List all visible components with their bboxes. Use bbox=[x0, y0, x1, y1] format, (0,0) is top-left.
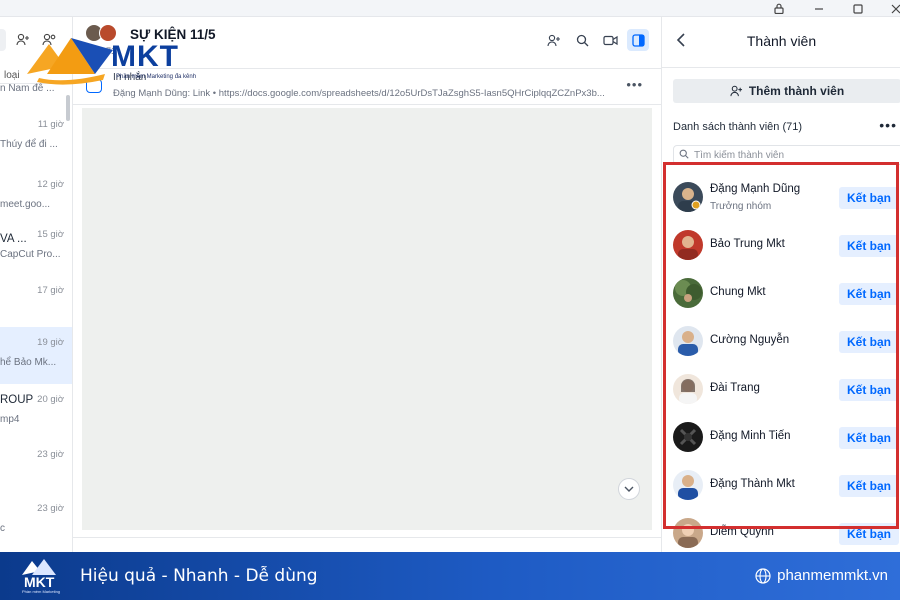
list-item[interactable]: 23 giờ bbox=[0, 439, 72, 496]
add-friend-button[interactable]: Kết bạn bbox=[839, 427, 899, 449]
member-role: Trưởng nhóm bbox=[710, 201, 772, 212]
member-search bbox=[673, 145, 900, 165]
conversation-list: loại n Nam đê ... 11 giờ Thúy để đi ... … bbox=[0, 17, 73, 552]
conversation-preview: CapCut Pro... bbox=[0, 249, 61, 260]
more-options-icon[interactable]: ••• bbox=[879, 117, 897, 133]
add-friend-button[interactable]: Kết bạn bbox=[839, 379, 899, 401]
add-member-button[interactable]: Thêm thành viên bbox=[673, 79, 900, 103]
member-row[interactable]: Đặng Thành Mkt Kết bạn bbox=[662, 463, 900, 507]
conversation-search-input[interactable] bbox=[0, 29, 6, 51]
conversation-preview: hể Bảo Mk... bbox=[0, 357, 57, 368]
member-name: Cường Nguyễn bbox=[710, 334, 790, 346]
member-name: Đặng Minh Tiến bbox=[710, 430, 791, 442]
add-friend-button[interactable]: Kết bạn bbox=[839, 523, 899, 545]
add-member-label: Thêm thành viên bbox=[748, 84, 845, 98]
add-friend-button[interactable]: Kết bạn bbox=[839, 283, 899, 305]
member-name: Đặng Thành Mkt bbox=[710, 478, 795, 490]
avatar bbox=[673, 422, 703, 452]
lock-icon[interactable] bbox=[766, 0, 792, 17]
avatar bbox=[673, 518, 703, 548]
banner-logo-sub: Phần mềm Marketing bbox=[22, 589, 61, 594]
avatar bbox=[673, 374, 703, 404]
member-row[interactable]: Đặng Minh Tiến Kết bạn bbox=[662, 415, 900, 459]
banner-logo-text: MKT bbox=[24, 574, 55, 590]
list-item[interactable]: 17 giờ bbox=[0, 275, 72, 332]
member-name: Chung Mkt bbox=[710, 286, 766, 298]
mkt-tagline: Phần mềm Marketing đa kênh bbox=[116, 74, 197, 80]
banner-slogan: Hiệu quả - Nhanh - Dễ dùng bbox=[80, 566, 318, 586]
banner-website-text: phanmemmkt.vn bbox=[777, 567, 888, 584]
members-panel: Thành viên Thêm thành viên Danh sách thà… bbox=[661, 17, 900, 552]
add-member-icon bbox=[730, 85, 742, 97]
member-name: Bảo Trung Mkt bbox=[710, 238, 785, 250]
conversation-preview: mp4 bbox=[0, 414, 20, 425]
chat-panel: SỰ KIỆN 11/5 71 In nhắn Đặng Mạnh Dũng: … bbox=[73, 17, 661, 552]
message-area bbox=[82, 108, 652, 530]
globe-icon bbox=[755, 567, 771, 584]
add-friend-button[interactable]: Kết bạn bbox=[839, 235, 899, 257]
conversation-time: 20 giờ bbox=[37, 394, 64, 405]
close-icon[interactable] bbox=[883, 0, 900, 17]
list-item[interactable]: 12 giờ meet.goo... bbox=[0, 169, 72, 226]
avatar bbox=[673, 230, 703, 260]
conversation-preview: meet.goo... bbox=[0, 199, 51, 210]
minimize-icon[interactable] bbox=[806, 0, 832, 17]
conversation-time: 11 giờ bbox=[37, 119, 64, 130]
maximize-icon[interactable] bbox=[845, 0, 871, 17]
member-search-input[interactable] bbox=[694, 148, 894, 162]
video-call-icon[interactable] bbox=[599, 29, 621, 51]
member-row[interactable]: Diễm Quỳnh Kết bạn bbox=[662, 511, 900, 552]
member-name: Diễm Quỳnh bbox=[710, 526, 774, 538]
add-member-icon[interactable] bbox=[543, 29, 565, 51]
conversation-time: 17 giờ bbox=[37, 285, 64, 296]
banner-website[interactable]: phanmemmkt.vn bbox=[755, 567, 888, 584]
list-item[interactable]: 11 giờ Thúy để đi ... bbox=[0, 109, 72, 166]
conversation-time: 19 giờ bbox=[37, 337, 64, 348]
message-composer[interactable] bbox=[73, 537, 661, 552]
banner-logo: MKT Phần mềm Marketing bbox=[20, 558, 64, 594]
conversation-name: VA ... bbox=[0, 233, 27, 245]
scroll-down-icon[interactable] bbox=[618, 478, 640, 500]
conversation-time: 15 giờ bbox=[37, 229, 64, 240]
conversation-time: 23 giờ bbox=[37, 503, 64, 514]
list-item[interactable]: 23 giờ c bbox=[0, 493, 72, 550]
panel-title: Thành viên bbox=[746, 33, 817, 49]
member-row[interactable]: Cường Nguyễn Kết bạn bbox=[662, 319, 900, 363]
search-icon bbox=[679, 149, 689, 162]
member-name: Đặng Mạnh Dũng bbox=[710, 183, 801, 195]
member-row[interactable]: Đặng Mạnh Dũng Trưởng nhóm Kết bạn bbox=[662, 175, 900, 219]
avatar bbox=[673, 182, 703, 212]
window-titlebar bbox=[0, 0, 900, 17]
add-friend-button[interactable]: Kết bạn bbox=[839, 187, 899, 209]
conversation-preview: c bbox=[0, 523, 5, 534]
add-friend-button[interactable]: Kết bạn bbox=[839, 475, 899, 497]
member-list-title: Danh sách thành viên (71) bbox=[673, 121, 803, 133]
avatar bbox=[673, 470, 703, 500]
pinned-text[interactable]: Đặng Mạnh Dũng: Link • https://docs.goog… bbox=[113, 88, 605, 99]
sidebar-toggle-icon[interactable] bbox=[627, 29, 649, 51]
conversation-time: 12 giờ bbox=[37, 179, 64, 190]
promo-banner: MKT Phần mềm Marketing Hiệu quả - Nhanh … bbox=[0, 552, 900, 600]
member-row[interactable]: Bảo Trung Mkt Kết bạn bbox=[662, 223, 900, 267]
member-name: Đài Trang bbox=[710, 382, 760, 394]
mkt-logo: MKT Phần mềm Marketing đa kênh bbox=[25, 30, 215, 85]
members-panel-header: Thành viên bbox=[662, 17, 900, 68]
conversation-time: 23 giờ bbox=[37, 449, 64, 460]
avatar bbox=[673, 326, 703, 356]
search-icon[interactable] bbox=[571, 29, 593, 51]
avatar bbox=[673, 278, 703, 308]
list-item[interactable]: 20 giờ ROUP mp4 bbox=[0, 384, 72, 441]
conversation-preview: Thúy để đi ... bbox=[0, 139, 58, 150]
more-options-icon[interactable]: ••• bbox=[626, 77, 643, 92]
mkt-brand: MKT bbox=[111, 40, 179, 73]
mkt-logo-mark bbox=[27, 38, 113, 85]
add-friend-button[interactable]: Kết bạn bbox=[839, 331, 899, 353]
conversation-name: ROUP bbox=[0, 394, 34, 406]
member-row[interactable]: Đài Trang Kết bạn bbox=[662, 367, 900, 411]
member-row[interactable]: Chung Mkt Kết bạn bbox=[662, 271, 900, 315]
list-item[interactable]: 15 giờ VA ... CapCut Pro... bbox=[0, 219, 72, 276]
list-item[interactable]: 19 giờ hể Bảo Mk... bbox=[0, 327, 72, 384]
